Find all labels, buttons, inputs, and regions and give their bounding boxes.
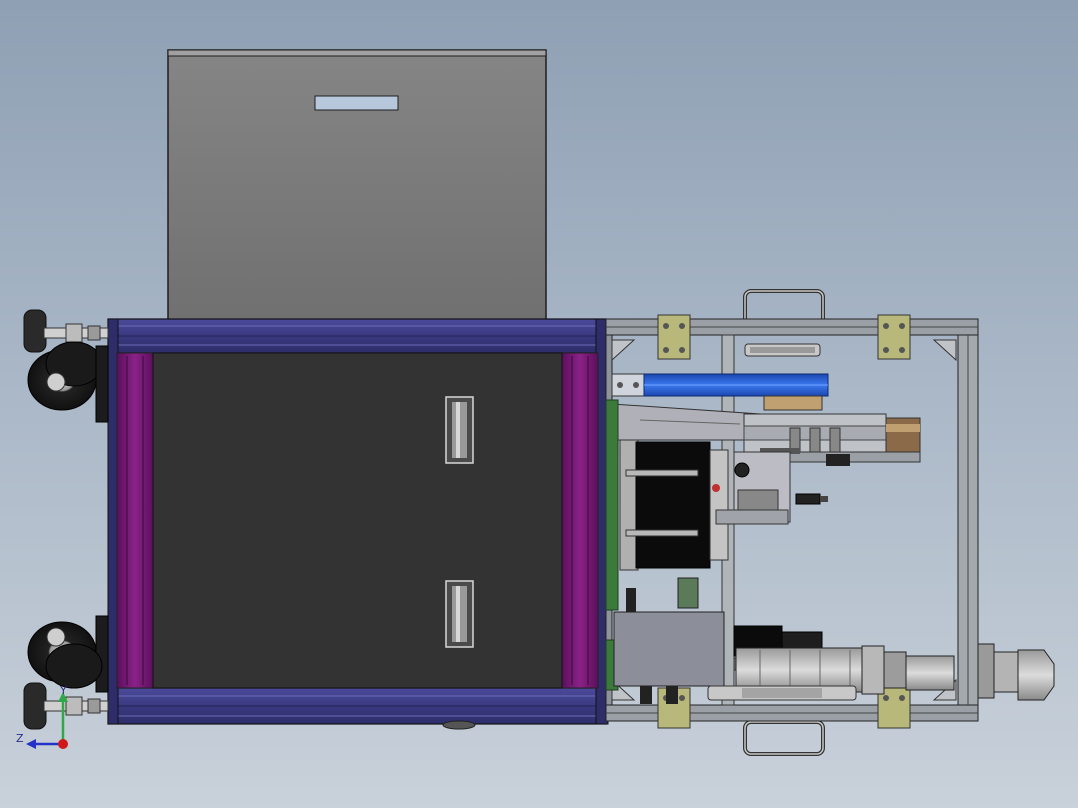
dark-panel [152,352,563,689]
control-box [613,588,725,704]
purple-rail-left [116,352,154,689]
slot-window-upper [445,396,474,464]
caster-wheel-top[interactable] [23,309,109,423]
triad-z-label: Z [16,732,24,745]
gear-reducer [977,643,1055,701]
mount-plate [877,314,911,360]
hopper-box[interactable] [167,49,547,323]
pcb-strip [605,399,619,611]
main-frame-left[interactable] [107,318,609,730]
triad-y-label: Y [59,684,67,697]
mount-plate [657,314,691,360]
black-block [619,439,729,571]
hopper-handle-slot [314,95,399,111]
triad-x-axis [58,739,68,749]
caster-wheel-bottom[interactable] [23,615,109,730]
blue-cylinder [611,373,829,411]
cad-viewport[interactable]: Y Z [0,0,1078,808]
carry-handle-bottom[interactable] [743,720,825,756]
open-frame-right[interactable] [605,289,1055,756]
purple-rail-right [561,352,599,689]
slot-window-lower [445,580,474,648]
